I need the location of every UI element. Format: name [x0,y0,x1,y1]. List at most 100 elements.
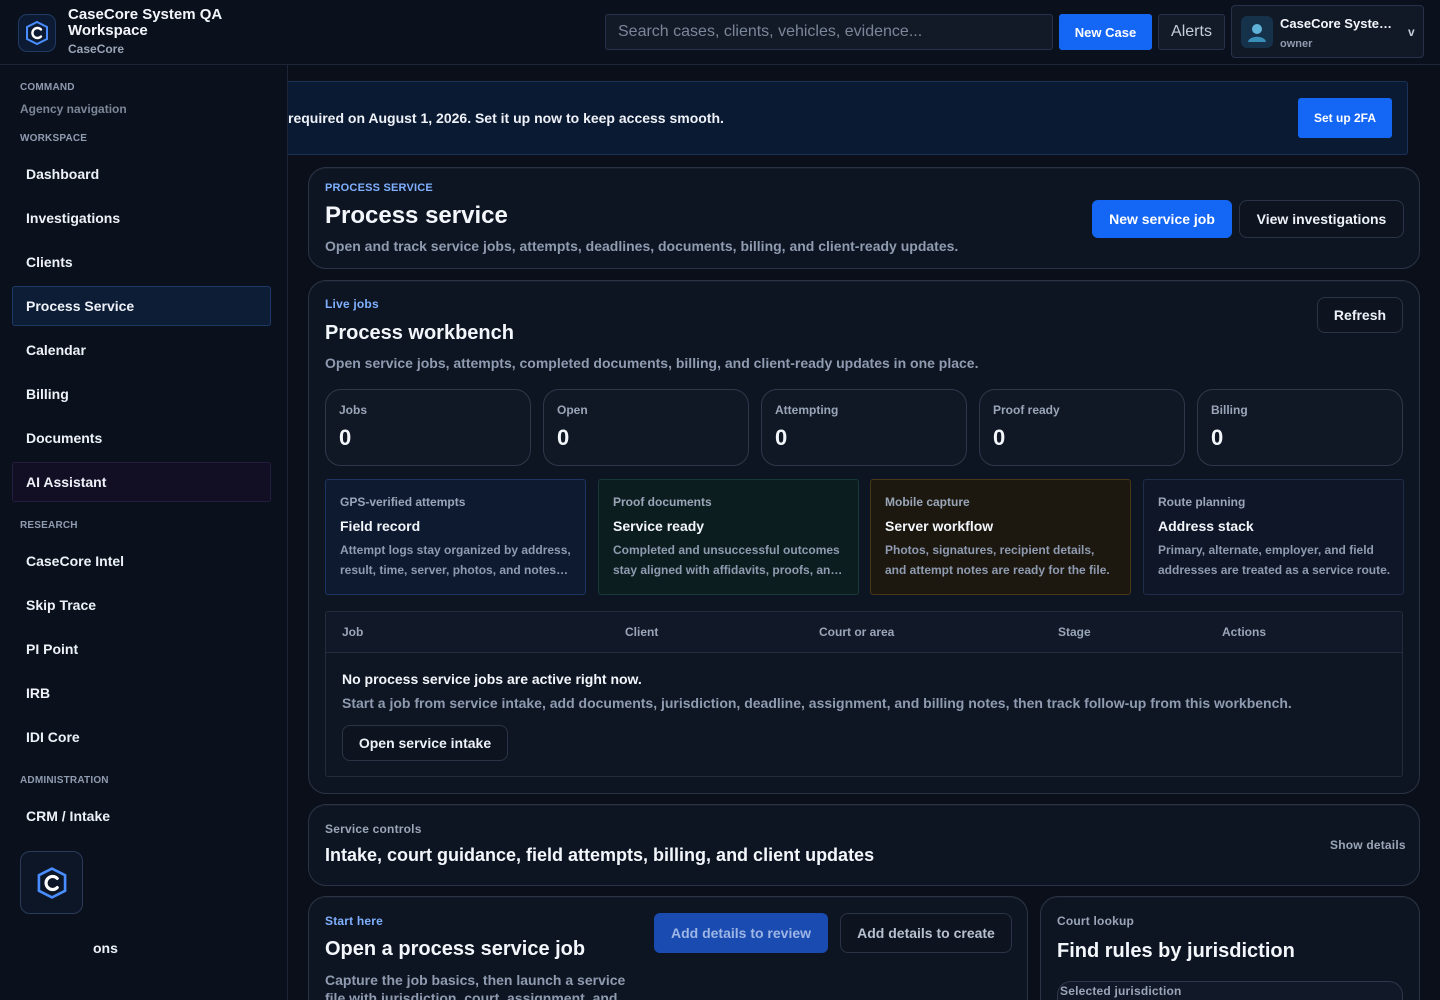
feature-service-ready: Proof documents Service ready Completed … [598,479,859,595]
page-title: Process service [325,202,508,229]
casecore-badge-icon[interactable] [20,851,83,914]
sidebar-item-idi-core[interactable]: IDI Core [12,717,271,757]
feature-eyebrow: Route planning [1158,495,1246,509]
sidebar-item-investigations[interactable]: Investigations [12,198,271,238]
sidebar-item-casecore-intel[interactable]: CaseCore Intel [12,541,271,581]
court-eyebrow: Court lookup [1057,914,1135,928]
table-header: Job Client Court or area Stage Actions [326,612,1402,653]
feature-eyebrow: GPS-verified attempts [340,495,466,509]
two-factor-banner: required on August 1, 2026. Set it up no… [230,81,1408,155]
stat-label: Proof ready [993,403,1060,417]
feature-body: Primary, alternate, employer, and field … [1158,543,1391,577]
feature-body: Completed and unsuccessful outcomes stay… [613,543,840,577]
court-lookup-card: Court lookup Find rules by jurisdiction … [1040,896,1420,1000]
account-menu[interactable]: CaseCore System QA owner v [1231,5,1424,58]
feature-field-record: GPS-verified attempts Field record Attem… [325,479,586,595]
top-bar: CaseCore System QA Workspace CaseCore Ne… [0,0,1440,65]
stat-value: 0 [1211,425,1224,450]
stat-value: 0 [775,425,788,450]
stat-label: Open [557,403,588,417]
add-details-review-button[interactable]: Add details to review [654,913,828,953]
process-service-hero: PROCESS SERVICE Process service Open and… [308,167,1420,269]
sidebar-item-clients[interactable]: Clients [12,242,271,282]
column-header-stage[interactable]: Stage [1058,625,1091,639]
stat-open: Open 0 [543,389,749,466]
avatar [1241,16,1273,48]
sidebar-section-administration: ADMINISTRATION [20,775,109,786]
controls-title: Intake, court guidance, field attempts, … [325,845,875,865]
sidebar-item-crm-intake[interactable]: CRM / Intake [12,796,271,836]
workbench-eyebrow: Live jobs [325,297,379,311]
jurisdiction-select[interactable]: Selected jurisdiction [1057,981,1403,1000]
controls-eyebrow: Service controls [325,822,422,836]
sidebar-item-pi-point[interactable]: PI Point [12,629,271,669]
service-controls[interactable]: Service controls Intake, court guidance,… [308,804,1420,886]
sidebar-section-research: RESEARCH [20,520,78,531]
sidebar-item-billing[interactable]: Billing [12,374,271,414]
global-search-input[interactable] [605,14,1053,50]
feature-body: Photos, signatures, recipient details, a… [885,543,1110,577]
sidebar-item-process-service[interactable]: Process Service [12,286,271,326]
feature-eyebrow: Proof documents [613,495,712,509]
account-name: CaseCore System QA [1280,16,1398,31]
hero-eyebrow: PROCESS SERVICE [325,182,433,194]
workbench-title: Process workbench [325,322,514,344]
service-jobs-table: Job Client Court or area Stage Actions N… [325,611,1403,777]
add-details-create-button[interactable]: Add details to create [840,913,1012,953]
account-role: owner [1280,38,1313,50]
stat-label: Jobs [339,403,368,417]
sidebar-item-documents[interactable]: Documents [12,418,271,458]
chevron-down-icon[interactable]: v [1408,25,1415,39]
start-title: Open a process service job [325,938,586,960]
sidebar-section-workspace: WORKSPACE [20,133,88,144]
column-header-client[interactable]: Client [625,625,658,639]
sidebar-item-skip-trace[interactable]: Skip Trace [12,585,271,625]
workspace-subtitle: CaseCore [68,42,125,56]
stat-value: 0 [993,425,1006,450]
show-details-toggle[interactable]: Show details [1330,838,1406,852]
stat-billing: Billing 0 [1197,389,1403,466]
alerts-button[interactable]: Alerts [1158,14,1225,50]
setup-2fa-button[interactable]: Set up 2FA [1298,98,1392,138]
sidebar-item-ai-assistant[interactable]: AI Assistant [12,462,271,502]
refresh-button[interactable]: Refresh [1317,297,1403,333]
column-header-job[interactable]: Job [342,625,363,639]
hero-description: Open and track service jobs, attempts, d… [325,238,959,254]
start-description: Capture the job basics, then launch a se… [325,972,626,1000]
stat-jobs: Jobs 0 [325,389,531,466]
feature-body: Attempt logs stay organized by address, … [340,543,571,577]
banner-message: required on August 1, 2026. Set it up no… [288,110,724,126]
casecore-logo-icon[interactable] [18,14,56,52]
feature-title: Field record [340,518,421,534]
stat-attempting: Attempting 0 [761,389,967,466]
column-header-actions: Actions [1222,625,1267,639]
feature-title: Server workflow [885,518,994,534]
start-service-job-card: Start here Open a process service job Ca… [308,896,1028,1000]
sidebar-item-partial[interactable]: ons [12,928,271,968]
new-case-button[interactable]: New Case [1059,14,1152,50]
stat-label: Attempting [775,403,839,417]
feature-eyebrow: Mobile capture [885,495,970,509]
feature-title: Address stack [1158,518,1254,534]
column-header-court[interactable]: Court or area [819,625,894,639]
empty-state-title: No process service jobs are active right… [342,671,642,687]
workspace-title: CaseCore System QA Workspace [68,6,222,39]
stat-label: Billing [1211,403,1248,417]
workbench-description: Open service jobs, attempts, completed d… [325,355,979,371]
feature-title: Service ready [613,518,705,534]
jurisdiction-label: Selected jurisdiction [1060,984,1182,998]
court-title: Find rules by jurisdiction [1057,940,1295,962]
process-workbench: Live jobs Process workbench Open service… [308,280,1420,794]
stat-proof-ready: Proof ready 0 [979,389,1185,466]
sidebar-item-irb[interactable]: IRB [12,673,271,713]
open-service-intake-button[interactable]: Open service intake [342,725,508,761]
new-service-job-button[interactable]: New service job [1092,200,1232,238]
view-investigations-button[interactable]: View investigations [1239,200,1404,238]
feature-address-stack: Route planning Address stack Primary, al… [1143,479,1404,595]
sidebar-item-calendar[interactable]: Calendar [12,330,271,370]
start-eyebrow: Start here [325,914,384,928]
sidebar-item-dashboard[interactable]: Dashboard [12,154,271,194]
stat-value: 0 [557,425,570,450]
stat-value: 0 [339,425,352,450]
sidebar-subtitle: Agency navigation [20,102,127,116]
